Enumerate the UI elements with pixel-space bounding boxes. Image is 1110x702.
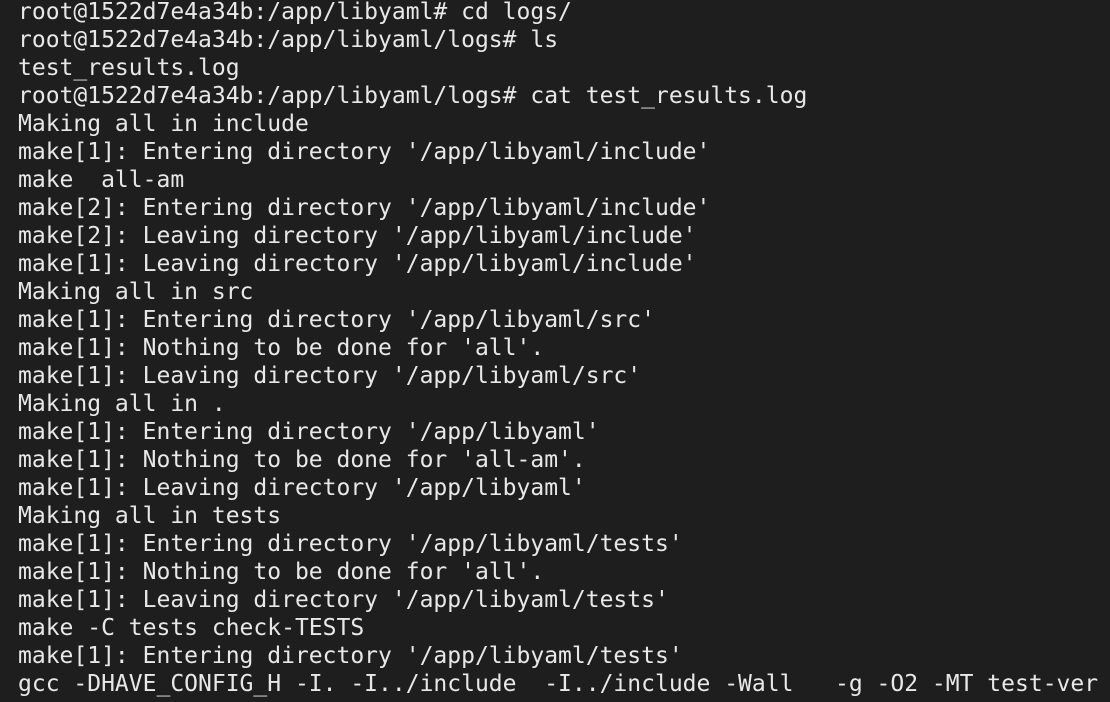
terminal-line: root@1522d7e4a34b:/app/libyaml/logs# ls xyxy=(18,27,559,53)
terminal-line: make[1]: Leaving directory '/app/libyaml… xyxy=(18,251,697,277)
terminal-line: make[1]: Leaving directory '/app/libyaml… xyxy=(18,363,642,389)
terminal-line: make all-am xyxy=(18,167,185,193)
terminal-line: make[1]: Leaving directory '/app/libyaml… xyxy=(18,587,669,613)
terminal-output: root@1522d7e4a34b:/app/libyaml# cd logs/… xyxy=(18,0,1110,698)
terminal-line: make[1]: Nothing to be done for 'all'. xyxy=(18,335,545,361)
terminal-line: make -C tests check-TESTS xyxy=(18,615,365,641)
terminal-line: gcc -DHAVE_CONFIG_H -I. -I../include -I.… xyxy=(18,671,1099,697)
terminal-line: make[1]: Entering directory '/app/libyam… xyxy=(18,643,683,669)
terminal-line: Making all in include xyxy=(18,111,309,137)
terminal-line: make[1]: Nothing to be done for 'all-am'… xyxy=(18,447,586,473)
terminal-line: Making all in . xyxy=(18,391,226,417)
terminal-line: make[2]: Entering directory '/app/libyam… xyxy=(18,195,711,221)
terminal-line: Making all in src xyxy=(18,279,254,305)
terminal-line: make[1]: Entering directory '/app/libyam… xyxy=(18,531,683,557)
terminal-line: root@1522d7e4a34b:/app/libyaml/logs# cat… xyxy=(18,83,808,109)
terminal-line: make[1]: Entering directory '/app/libyam… xyxy=(18,419,600,445)
terminal-line: make[2]: Leaving directory '/app/libyaml… xyxy=(18,223,697,249)
terminal-line: make[1]: Entering directory '/app/libyam… xyxy=(18,307,655,333)
terminal-line: root@1522d7e4a34b:/app/libyaml# cd logs/ xyxy=(18,0,572,25)
terminal-line: make[1]: Entering directory '/app/libyam… xyxy=(18,139,711,165)
terminal-line: Making all in tests xyxy=(18,503,282,529)
terminal-line: test_results.log xyxy=(18,55,240,81)
terminal-window[interactable]: root@1522d7e4a34b:/app/libyaml# cd logs/… xyxy=(0,0,1110,702)
terminal-line: make[1]: Nothing to be done for 'all'. xyxy=(18,559,545,585)
terminal-line: make[1]: Leaving directory '/app/libyaml… xyxy=(18,475,586,501)
